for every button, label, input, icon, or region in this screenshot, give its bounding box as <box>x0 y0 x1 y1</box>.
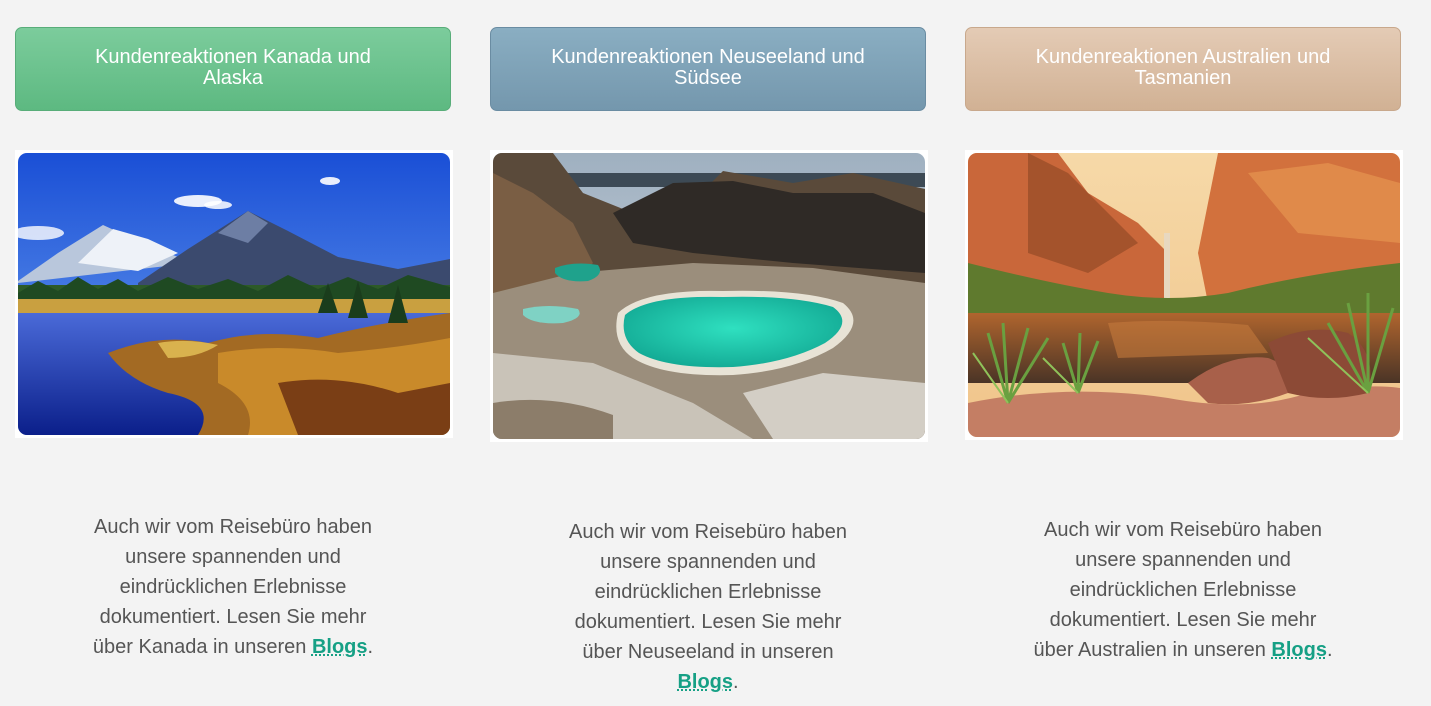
australia-reviews-button-label: Kundenreaktionen Australien und Tasmanie… <box>1035 46 1331 89</box>
australia-blogs-link[interactable]: Blogs <box>1271 639 1327 661</box>
canada-reviews-button[interactable]: Kundenreaktionen Kanada und Alaska <box>15 27 451 111</box>
canada-reviews-button-label: Kundenreaktionen Kanada und Alaska <box>95 46 371 89</box>
australia-caption: Auch wir vom Reisebüro haben unsere span… <box>965 515 1401 665</box>
australia-landscape-image <box>968 153 1400 437</box>
canada-caption: Auch wir vom Reisebüro haben unsere span… <box>15 512 451 662</box>
new-zealand-photo <box>490 150 928 442</box>
canada-photo <box>15 150 453 438</box>
new-zealand-caption-text: Auch wir vom Reisebüro haben unsere span… <box>569 521 847 663</box>
new-zealand-reviews-button[interactable]: Kundenreaktionen Neuseeland und Südsee <box>490 27 926 111</box>
australia-caption-period: . <box>1326 639 1333 661</box>
new-zealand-landscape-image <box>493 153 925 439</box>
australia-reviews-button[interactable]: Kundenreaktionen Australien und Tasmanie… <box>965 27 1401 111</box>
australia-photo <box>965 150 1403 440</box>
new-zealand-blogs-link[interactable]: Blogs <box>677 671 733 693</box>
canada-landscape-image <box>18 153 450 435</box>
canada-blogs-link[interactable]: Blogs <box>312 636 368 658</box>
canada-caption-period: . <box>367 636 374 658</box>
page: Kundenreaktionen Kanada und Alaska Auch … <box>0 0 1431 706</box>
new-zealand-reviews-button-label: Kundenreaktionen Neuseeland und Südsee <box>551 46 865 89</box>
new-zealand-caption-period: . <box>733 671 739 693</box>
new-zealand-caption: Auch wir vom Reisebüro haben unsere span… <box>490 517 926 697</box>
